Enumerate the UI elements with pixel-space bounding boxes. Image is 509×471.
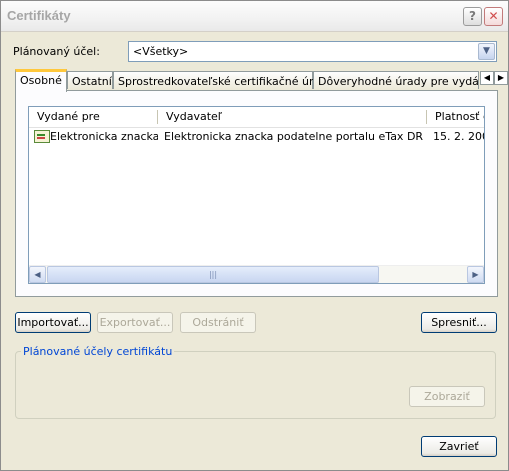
window-title: Certifikáty xyxy=(7,8,71,23)
list-header: Vydané pre Vydavateľ Platnosť d xyxy=(29,107,484,128)
close-window-button[interactable]: ✕ xyxy=(484,7,503,26)
import-button[interactable]: Importovať... xyxy=(15,312,91,333)
purposes-group-caption: Plánované účely certifikátu xyxy=(21,345,175,358)
scroll-right-icon[interactable]: ▶ xyxy=(467,266,484,283)
purpose-select-value: <Všetky> xyxy=(133,45,189,58)
tab-scroll-left-icon[interactable]: ◀ xyxy=(480,71,494,85)
scrollbar-thumb[interactable]: ||| xyxy=(47,266,379,283)
tab-scroll-right-icon[interactable]: ▶ xyxy=(494,71,508,85)
tab-trusted-root-cas[interactable]: Dôveryhodné úrady pre vydá xyxy=(313,71,479,89)
cell-issued-to: Elektronicka znacka... xyxy=(50,130,158,143)
cell-issuer: Elektronicka znacka podatelne portalu eT… xyxy=(164,130,426,143)
tab-label: Sprostredkovateľské certifikačné úrady xyxy=(118,75,334,88)
help-icon: ? xyxy=(469,9,476,23)
close-button[interactable]: Zavrieť xyxy=(421,436,497,457)
list-item[interactable]: Elektronicka znacka... Elektronicka znac… xyxy=(29,129,484,145)
cell-validity: 15. 2. 200 xyxy=(433,130,485,143)
certificates-dialog: Certifikáty ? ✕ Plánovaný účel: <Všetky>… xyxy=(0,0,509,471)
tab-panel: Vydané pre Vydavateľ Platnosť d Elektron… xyxy=(15,90,498,297)
purpose-label: Plánovaný účel: xyxy=(13,45,100,58)
purposes-groupbox xyxy=(15,351,496,419)
help-button[interactable]: ? xyxy=(463,7,482,26)
column-issuer[interactable]: Vydavateľ xyxy=(158,107,426,126)
title-bar[interactable]: Certifikáty ? ✕ xyxy=(1,1,508,32)
certificate-list[interactable]: Vydané pre Vydavateľ Platnosť d Elektron… xyxy=(28,106,485,284)
tab-label: Ostatní xyxy=(72,75,112,88)
close-icon: ✕ xyxy=(488,9,499,23)
export-button[interactable]: Exportovať... xyxy=(97,312,173,333)
tab-label: Dôveryhodné úrady pre vydá xyxy=(318,75,479,88)
column-validity[interactable]: Platnosť d xyxy=(427,107,484,126)
remove-button[interactable]: Odstrániť xyxy=(180,312,256,333)
tab-other[interactable]: Ostatní xyxy=(67,71,113,89)
tab-intermediate-cas[interactable]: Sprostredkovateľské certifikačné úrady xyxy=(113,71,334,89)
scroll-left-icon[interactable]: ◀ xyxy=(29,266,46,283)
certificate-icon xyxy=(34,130,50,143)
view-button[interactable]: Zobraziť xyxy=(409,386,485,407)
horizontal-scrollbar[interactable]: ◀ ||| ▶ xyxy=(29,265,484,283)
tab-personal[interactable]: Osobné xyxy=(15,69,67,92)
purpose-select[interactable]: <Všetky> ▼ xyxy=(128,41,497,62)
advanced-button[interactable]: Spresniť... xyxy=(421,312,497,333)
column-issued-to[interactable]: Vydané pre xyxy=(29,107,157,126)
chevron-down-icon[interactable]: ▼ xyxy=(478,43,495,60)
tab-label: Osobné xyxy=(20,74,62,87)
